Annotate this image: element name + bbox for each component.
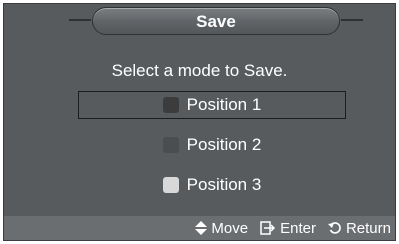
position-2-swatch — [162, 137, 179, 153]
move-label: Move — [211, 219, 249, 237]
save-dialog: Save Select a mode to Save. Position 1 P… — [3, 3, 396, 241]
enter-icon — [260, 221, 276, 235]
enter-hint[interactable]: Enter — [260, 220, 316, 237]
title-bar: Save — [4, 4, 395, 38]
option-position-2[interactable]: Position 2 — [78, 131, 346, 159]
title-pill: Save — [69, 7, 363, 35]
option-position-1[interactable]: Position 1 — [78, 91, 346, 119]
position-3-swatch — [162, 177, 179, 193]
position-1-swatch — [162, 97, 179, 113]
return-arrow-icon — [327, 221, 342, 235]
option-label: Position 1 — [186, 95, 262, 114]
option-position-3[interactable]: Position 3 — [78, 171, 346, 199]
move-hint[interactable]: Move — [195, 220, 248, 237]
up-down-arrows-icon — [195, 221, 208, 235]
dialog-prompt: Select a mode to Save. — [111, 61, 288, 80]
footer-hint-bar: Move Enter Return — [4, 216, 395, 240]
option-label: Position 2 — [186, 135, 262, 154]
dialog-title: Save — [196, 12, 236, 31]
option-label: Position 3 — [186, 175, 262, 194]
return-hint[interactable]: Return — [327, 219, 391, 237]
enter-label: Enter — [280, 219, 316, 237]
return-label: Return — [345, 219, 391, 237]
